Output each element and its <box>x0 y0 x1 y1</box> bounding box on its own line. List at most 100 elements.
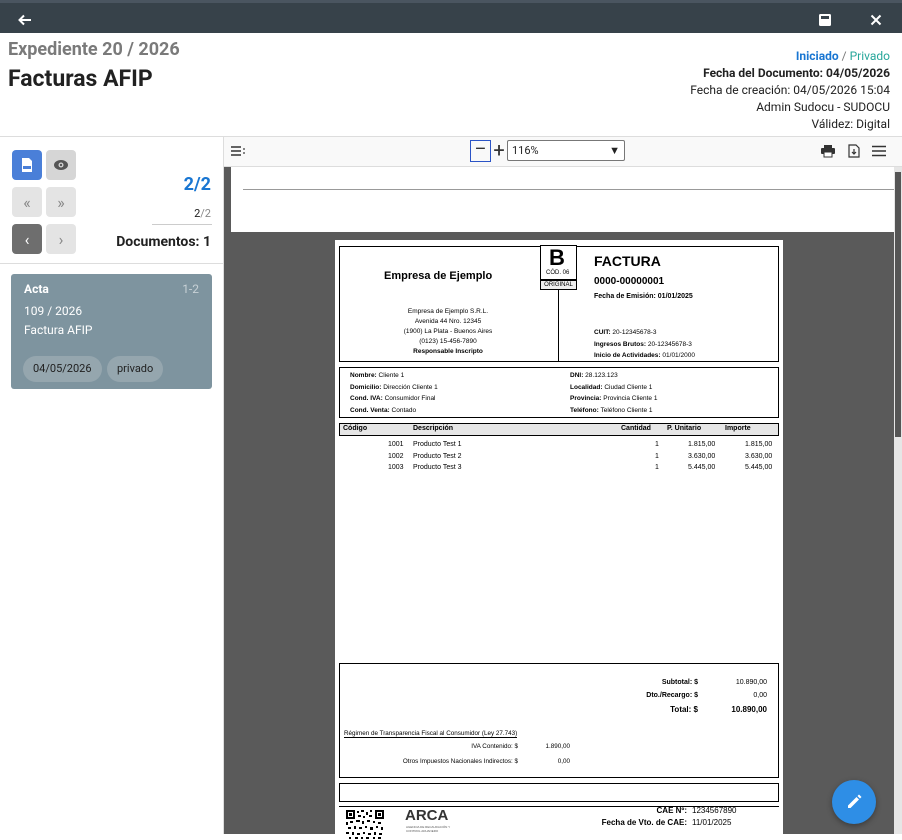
cae-vto-label: Fecha de Vto. de CAE: <box>601 818 687 827</box>
chevron-right-icon: › <box>58 229 64 249</box>
client-city-label: Localidad: <box>570 383 603 391</box>
validez-value: Digital <box>856 117 890 131</box>
status-visibility[interactable]: Privado <box>850 49 890 63</box>
previous-page-button[interactable]: ‹ <box>12 224 42 254</box>
subtotal-value: 10.890,00 <box>735 679 767 686</box>
first-page-button[interactable]: « <box>12 187 42 217</box>
pencil-icon <box>848 794 862 808</box>
inicio-label: Inicio de Actividades: <box>594 352 661 359</box>
zoom-value: 116% <box>512 144 539 157</box>
documents-count-label: Documentos: <box>116 234 200 250</box>
company-phone: (0123) 15-456-7890 <box>419 338 477 345</box>
item-code: 1003 <box>388 464 404 471</box>
status-state[interactable]: Iniciado <box>796 49 839 63</box>
zoom-select[interactable]: 116% ▼ <box>507 140 625 161</box>
client-province-label: Provincia: <box>570 395 602 402</box>
viewer-scrollbar[interactable] <box>894 167 902 834</box>
item-qty: 1 <box>655 464 659 471</box>
panel-divider <box>0 263 224 264</box>
fecha-documento-value: 04/05/2026 <box>826 66 890 80</box>
company-legal-name: Empresa de Ejemplo S.R.L. <box>407 308 489 315</box>
pdf-page-1 <box>231 167 894 232</box>
document-header: Expediente 20 / 2026 Facturas AFIP Inici… <box>0 33 902 137</box>
print-icon[interactable] <box>818 141 838 161</box>
qr-code <box>346 810 384 840</box>
cae-vto-value: 11/01/2025 <box>692 818 732 827</box>
item-unit: 1.815,00 <box>688 441 716 448</box>
scrollbar-thumb[interactable] <box>895 172 901 437</box>
item-unit: 3.630,00 <box>688 453 716 460</box>
iva-value: 1.890,00 <box>545 743 570 750</box>
client-city: Ciudad Cliente 1 <box>604 383 653 391</box>
edit-button[interactable] <box>832 780 876 824</box>
page-rule <box>243 189 894 190</box>
subtotal-label: Subtotal: $ <box>661 679 698 686</box>
client-iva: Consumidor Final <box>384 395 436 402</box>
cuit-value: 20-12345678-3 <box>612 329 657 336</box>
client-name: Cliente 1 <box>378 372 405 379</box>
documents-count: Documentos: 1 <box>116 234 211 250</box>
otros-value: 0,00 <box>557 758 570 765</box>
sidebar-toggle-icon[interactable] <box>228 141 248 161</box>
invoice-type: FACTURA <box>594 253 661 269</box>
client-dni-label: DNI: <box>570 372 584 379</box>
company-city: (1900) La Plata - Buenos Aires <box>403 328 493 335</box>
zoom-out-button[interactable]: – <box>470 140 491 162</box>
status-separator: / <box>841 49 847 63</box>
client-iva-label: Cond. IVA: <box>350 395 383 402</box>
pdf-icon <box>22 158 32 172</box>
download-icon[interactable] <box>844 141 864 161</box>
client-province: Provincia Cliente 1 <box>603 395 658 402</box>
page-title: Facturas AFIP <box>8 65 153 92</box>
expediente-title: Expediente 20 / 2026 <box>8 39 180 60</box>
cuit-label: CUIT: <box>594 329 611 336</box>
item-code: 1001 <box>388 441 404 448</box>
card-type: Acta <box>24 282 49 296</box>
pdf-toolbar: – + 116% ▼ <box>224 137 902 167</box>
double-chevron-right-icon: » <box>57 192 65 212</box>
validez-label: Válidez: <box>811 117 854 131</box>
preview-button[interactable] <box>46 150 76 180</box>
company-address: Avenida 44 Nro. 12345 <box>414 318 482 325</box>
fecha-creacion-value: 04/05/2026 15:04 <box>793 83 890 97</box>
zoom-in-button[interactable]: + <box>491 140 507 162</box>
chevron-left-icon: ‹ <box>24 229 30 249</box>
pdf-view-button[interactable] <box>12 150 42 180</box>
double-chevron-left-icon: « <box>23 192 31 212</box>
iibb-label: Ingresos Brutos: <box>594 340 647 348</box>
card-date-chip: 04/05/2026 <box>23 356 102 382</box>
regimen-title: Régimen de Transparencia Fiscal al Consu… <box>344 730 518 738</box>
arrow-left-icon[interactable] <box>13 8 37 32</box>
arca-subtitle: AGENCIA DE RECAUDACIÓN Y CONTROL ADUANER… <box>406 825 451 833</box>
menu-icon[interactable] <box>869 141 889 161</box>
card-name: Factura AFIP <box>24 323 93 337</box>
item-desc: Producto Test 2 <box>413 453 462 460</box>
card-range: 1-2 <box>182 282 199 296</box>
author: Admin Sudocu - SUDOCU <box>756 100 890 114</box>
client-dni: 28.123.123 <box>585 372 618 379</box>
col-descripcion: Descripción <box>413 425 454 432</box>
client-phone: Teléfono Cliente 1 <box>600 406 653 414</box>
client-right: DNI: 28.123.123 Localidad: Ciudad Client… <box>570 370 657 416</box>
invoice-number: 0000-00000001 <box>594 276 665 287</box>
item-unit: 5.445,00 <box>688 464 716 471</box>
next-page-button[interactable]: › <box>46 224 76 254</box>
invoice-letter: B <box>549 245 565 270</box>
close-icon[interactable] <box>864 8 888 32</box>
document-card[interactable]: Acta 1-2 109 / 2026 Factura AFIP 04/05/2… <box>11 274 212 389</box>
last-page-button[interactable]: » <box>46 187 76 217</box>
chevron-down-icon: ▼ <box>609 144 620 157</box>
company-tax-info: CUIT: 20-12345678-3 Ingresos Brutos: 20-… <box>594 327 695 362</box>
item-amount: 1.815,00 <box>745 441 773 448</box>
invoice-code: CÓD. 06 <box>546 270 570 276</box>
inicio-value: 01/01/2000 <box>662 352 695 359</box>
dto-label: Dto./Recargo: $ <box>646 692 698 699</box>
notes-box <box>339 783 779 802</box>
counter-divider <box>152 224 212 225</box>
page-counter-small: 2/2 <box>194 207 211 220</box>
original-label: ORIGINAL <box>540 280 577 290</box>
dto-value: 0,00 <box>753 692 767 699</box>
eye-icon <box>54 160 68 170</box>
documents-count-value: 1 <box>202 234 211 250</box>
save-icon[interactable] <box>813 8 837 32</box>
